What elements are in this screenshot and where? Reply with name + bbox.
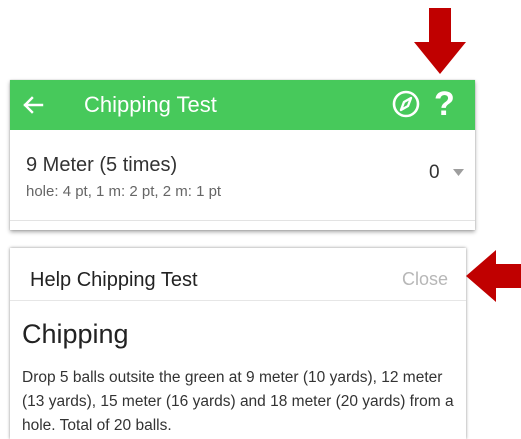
test-item-title: 9 Meter (5 times) [26, 154, 178, 176]
divider [10, 220, 475, 221]
score-value: 0 [429, 162, 440, 183]
caret-down-icon [453, 169, 464, 176]
divider [10, 300, 466, 301]
annotation-arrow-left-icon [466, 250, 521, 302]
help-dialog: Help Chipping Test Close Chipping Drop 5… [10, 248, 466, 439]
score-dropdown[interactable]: 0 [429, 160, 475, 190]
annotation-arrow-down-icon [414, 8, 466, 74]
app-title: Chipping Test [84, 92, 217, 117]
help-question-icon[interactable]: ? [434, 85, 455, 123]
app-bar: Chipping Test ? [10, 80, 475, 130]
arrow-left-icon[interactable] [22, 94, 44, 116]
close-button[interactable]: Close [402, 267, 448, 291]
section-body-text: Drop 5 balls outsite the green at 9 mete… [22, 369, 454, 434]
compass-icon[interactable] [391, 89, 421, 119]
screenshot-canvas: Chipping Test ? 9 Meter (5 times) hole: … [0, 0, 521, 439]
section-heading: Chipping [22, 319, 129, 349]
dialog-title: Help Chipping Test [30, 269, 198, 291]
test-item-subtitle: hole: 4 pt, 1 m: 2 pt, 2 m: 1 pt [26, 183, 222, 200]
app-screen-card: Chipping Test ? 9 Meter (5 times) hole: … [10, 80, 475, 230]
